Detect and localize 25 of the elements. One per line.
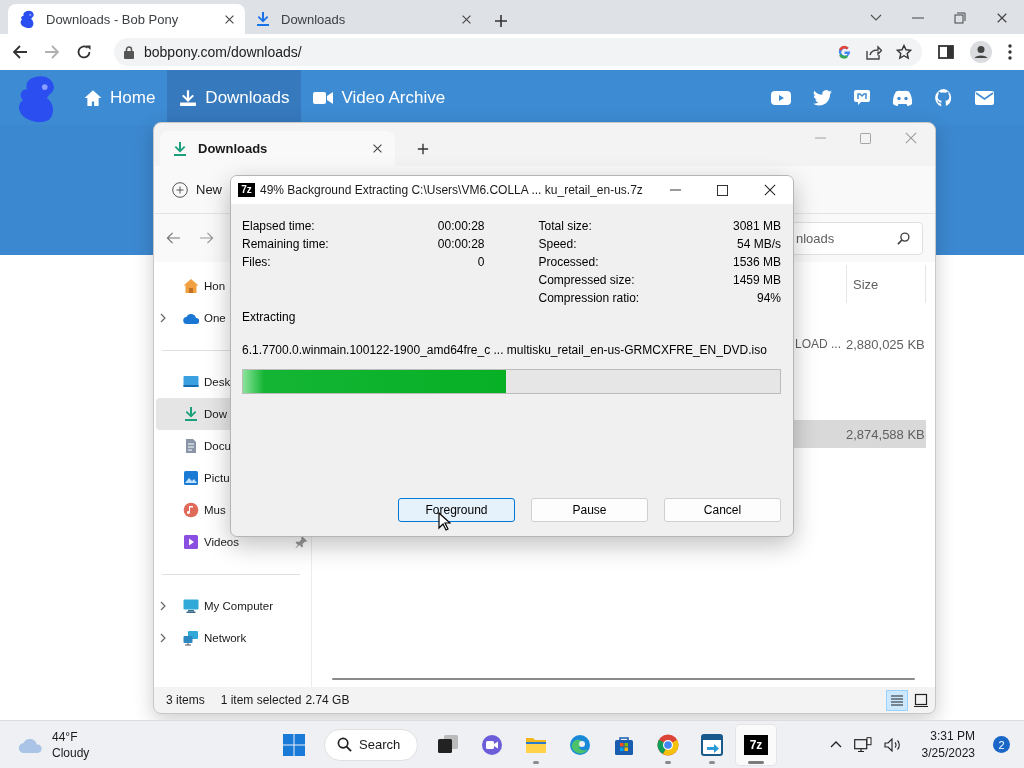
stat-label: Remaining time: — [242, 237, 329, 251]
item-count: 3 items — [166, 693, 205, 707]
stat-label: Files: — [242, 255, 271, 269]
stat-label: Elapsed time: — [242, 219, 315, 233]
app-icon: 7z — [238, 183, 255, 197]
dialog-title: 49% Background Extracting C:\Users\VM6.COLLA ... ku_retail_en-us.7z — [260, 183, 644, 197]
url-text: bobpony.com/downloads/ — [144, 44, 303, 60]
app-icon: 7z — [744, 734, 768, 755]
weather-condition: Cloudy — [52, 744, 90, 761]
selection-info: 1 item selected — [220, 693, 302, 707]
file-name: 6.1.7700.0.winmain.100122-1900_amd64fre_c ... multisku_retail_en-us-GRMCXFRE_EN_DVD.iso — [242, 343, 767, 357]
temperature-text: 44°F — [52, 728, 79, 745]
stat-value: 1459 MB — [732, 273, 781, 287]
status-text: Extracting — [242, 310, 296, 324]
stat-label: Speed: — [538, 237, 577, 251]
stat-label: Compressed size: — [538, 273, 635, 287]
stat-label: Total size: — [538, 219, 592, 233]
stat-value: 00:00:28 — [437, 219, 485, 233]
stat-label: Processed: — [538, 255, 599, 269]
stat-value: 94% — [756, 291, 781, 305]
selection-size: 2.74 GB — [305, 693, 350, 707]
stat-value: 1536 MB — [732, 255, 781, 269]
stat-value: 0 — [477, 255, 485, 269]
stat-value: 00:00:28 — [437, 237, 485, 251]
stat-label: Compression ratio: — [538, 291, 640, 305]
